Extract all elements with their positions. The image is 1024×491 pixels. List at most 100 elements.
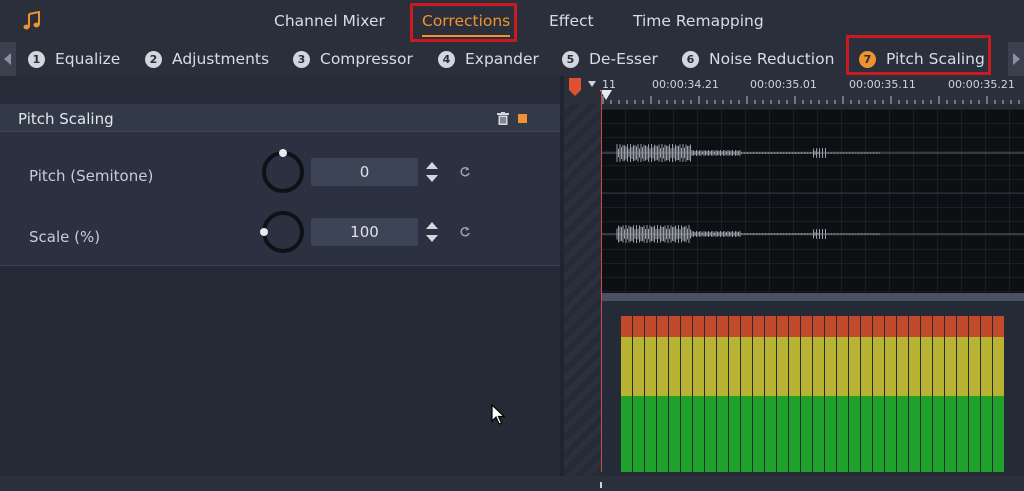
meter-yellow [753, 337, 764, 396]
meter-peak [777, 316, 788, 320]
meter-yellow [969, 337, 980, 396]
meter-green [789, 396, 800, 472]
track-header-hatch [564, 104, 601, 476]
sub-tab-label: Pitch Scaling [886, 50, 985, 68]
scale-spinner[interactable] [424, 218, 440, 246]
tab-time-remapping[interactable]: Time Remapping [633, 12, 764, 30]
playhead-line[interactable] [601, 90, 602, 472]
section-title: Pitch Scaling [18, 110, 114, 128]
meter-red [813, 320, 824, 337]
reset-icon[interactable] [459, 166, 471, 178]
meter-peak [969, 316, 980, 320]
meter-red [753, 320, 764, 337]
meter-peak [825, 316, 836, 320]
dropdown-arrow-icon[interactable] [588, 81, 596, 87]
pitch-value-field[interactable]: 0 [311, 158, 418, 186]
meter-green [909, 396, 920, 472]
meter-green [825, 396, 836, 472]
meter-yellow [681, 337, 692, 396]
meter-green [957, 396, 968, 472]
meter-red [645, 320, 656, 337]
meter-red [885, 320, 896, 337]
meter-peak [633, 316, 644, 320]
tab-channel-mixer[interactable]: Channel Mixer [274, 12, 385, 30]
reset-icon[interactable] [459, 226, 471, 238]
sub-tab-adjustments[interactable]: 2 Adjustments [145, 48, 269, 70]
meter-green [993, 396, 1004, 472]
meter-peak [789, 316, 800, 320]
meter-yellow [741, 337, 752, 396]
sub-tab-label: Noise Reduction [709, 50, 835, 68]
meter-red [897, 320, 908, 337]
sub-tab-compressor[interactable]: 3 Compressor [293, 48, 413, 70]
meter-red [993, 320, 1004, 337]
meter-peak [717, 316, 728, 320]
tab-corrections[interactable]: Corrections [422, 12, 511, 37]
ruler-label: 00:00:34.21 [652, 78, 719, 91]
meter-yellow [813, 337, 824, 396]
meter-yellow [621, 337, 632, 396]
meter-yellow [981, 337, 992, 396]
meter-yellow [717, 337, 728, 396]
meter-red [933, 320, 944, 337]
meter-green [933, 396, 944, 472]
meter-red [741, 320, 752, 337]
meter-red [909, 320, 920, 337]
meter-green [645, 396, 656, 472]
sub-tab-de-esser[interactable]: 5 De-Esser [562, 48, 658, 70]
meter-yellow [849, 337, 860, 396]
playhead-marker-icon[interactable] [569, 78, 581, 96]
number-badge: 1 [28, 50, 45, 68]
meter-green [885, 396, 896, 472]
meter-red [717, 320, 728, 337]
enabled-toggle[interactable] [518, 114, 527, 123]
scale-knob[interactable] [260, 209, 306, 255]
tab-effect[interactable]: Effect [549, 12, 594, 30]
pitch-knob[interactable] [260, 149, 306, 195]
meter-green [873, 396, 884, 472]
meter-red [621, 320, 632, 337]
meter-yellow [957, 337, 968, 396]
meter-red [765, 320, 776, 337]
scale-value-field[interactable]: 100 [311, 218, 418, 246]
meter-green [897, 396, 908, 472]
scroll-left-button[interactable] [0, 42, 16, 76]
meter-green [669, 396, 680, 472]
meter-green [837, 396, 848, 472]
ruler-label: 00:00:35.21 [948, 78, 1015, 91]
waveform [601, 144, 1024, 243]
trash-icon[interactable] [497, 112, 509, 125]
sub-tab-label: Equalize [55, 50, 121, 68]
ruler-label: 00:00:35.11 [849, 78, 916, 91]
meter-red [681, 320, 692, 337]
sub-tab-expander[interactable]: 4 Expander [438, 48, 539, 70]
sub-tab-label: Expander [465, 50, 539, 68]
meter-yellow [777, 337, 788, 396]
scroll-right-button[interactable] [1008, 42, 1024, 76]
meter-green [969, 396, 980, 472]
chevron-left-icon [4, 53, 11, 65]
number-badge: 4 [438, 50, 455, 68]
meter-yellow [873, 337, 884, 396]
meter-peak [837, 316, 848, 320]
param-label: Pitch (Semitone) [29, 167, 154, 185]
horizontal-scrollbar[interactable] [601, 293, 1024, 301]
meter-green [813, 396, 824, 472]
meter-red [957, 320, 968, 337]
sub-tab-equalize[interactable]: 1 Equalize [28, 48, 120, 70]
meter-green [765, 396, 776, 472]
time-ruler[interactable]: 11 00:00:34.21 00:00:35.01 00:00:35.11 0… [564, 76, 1024, 104]
pitch-spinner[interactable] [424, 158, 440, 186]
meter-red [921, 320, 932, 337]
sub-tab-label: Adjustments [172, 50, 270, 68]
meter-peak [669, 316, 680, 320]
meter-green [861, 396, 872, 472]
sub-tab-pitch-scaling[interactable]: 7 Pitch Scaling [859, 48, 985, 70]
meter-peak [705, 316, 716, 320]
meter-peak [621, 316, 632, 320]
sub-tab-noise-reduction[interactable]: 6 Noise Reduction [682, 48, 834, 70]
meter-yellow [729, 337, 740, 396]
meter-green [945, 396, 956, 472]
meter-yellow [645, 337, 656, 396]
meter-peak [813, 316, 824, 320]
